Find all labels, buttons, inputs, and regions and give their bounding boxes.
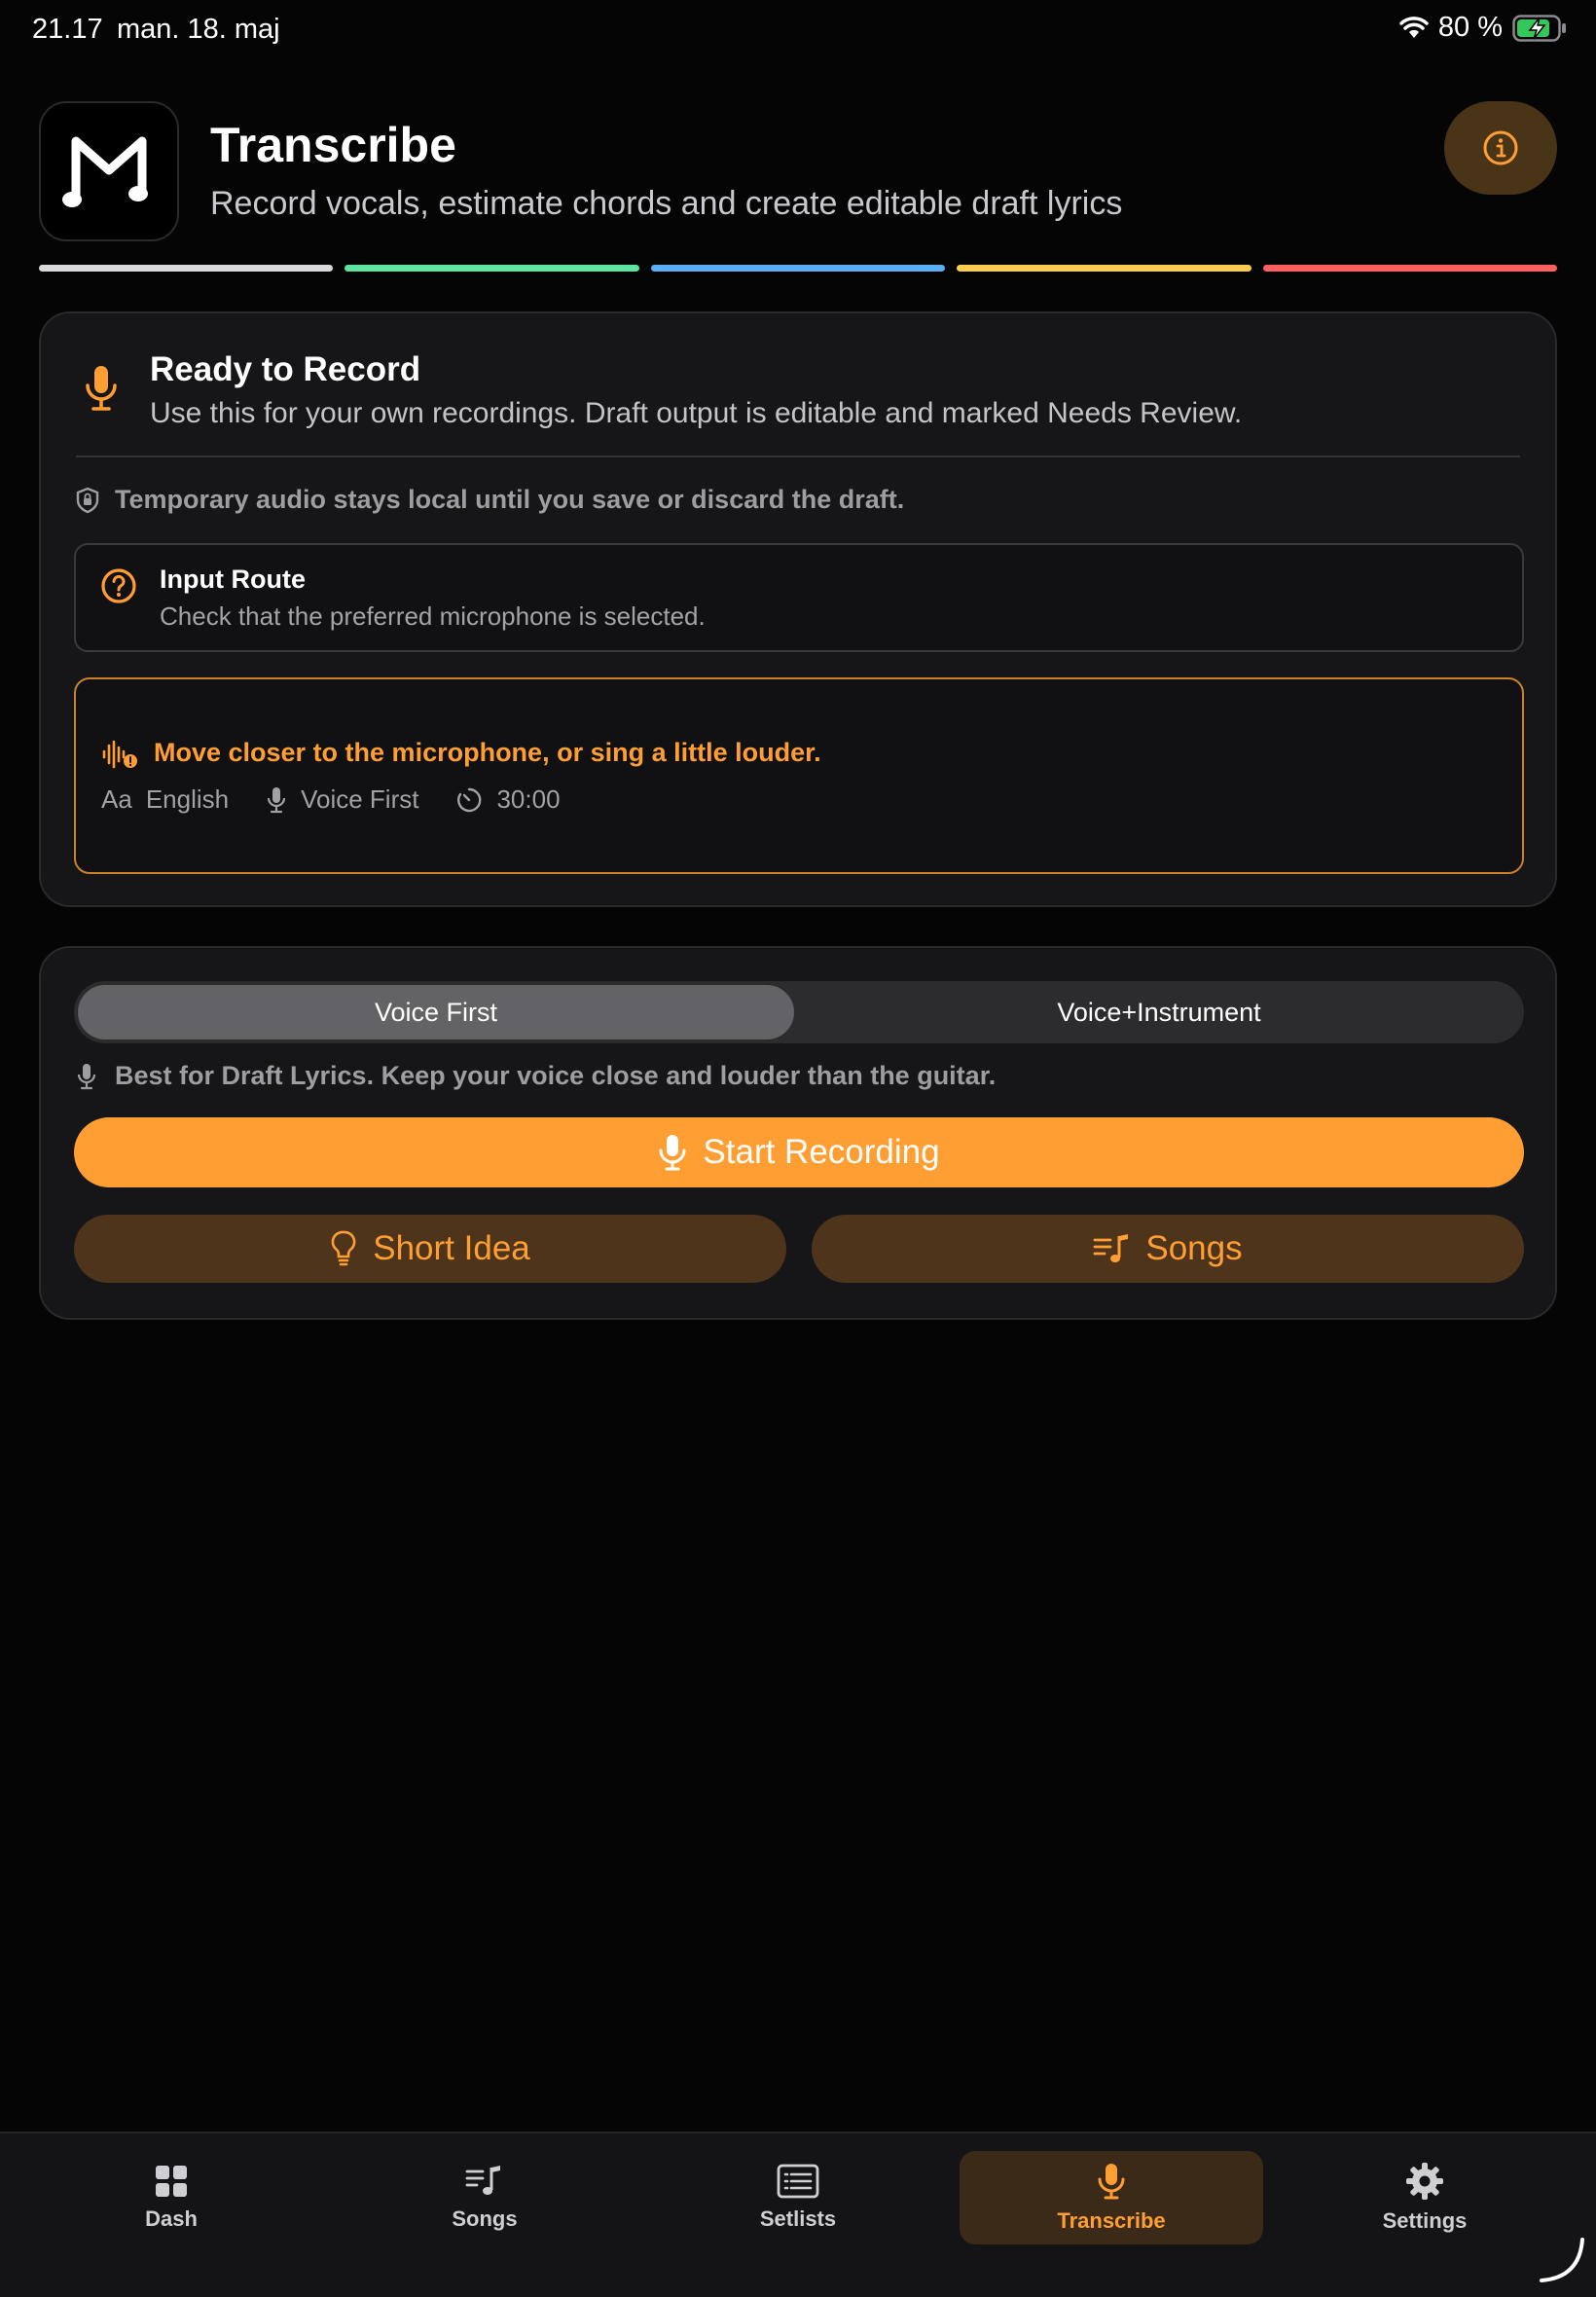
level-warning-box: Move closer to the microphone, or sing a… [74,677,1524,874]
mode-segmented-control: Voice First Voice+Instrument [74,981,1524,1043]
mode-hint: Best for Draft Lyrics. Keep your voice c… [76,1061,996,1091]
language-glyph: Aa [101,784,132,814]
color-bars [39,265,1558,273]
microphone-icon [267,786,286,813]
app-logo [39,101,179,241]
music-list-icon [465,2166,500,2195]
status-date: man. 18. maj [117,14,280,45]
wifi-icon [1399,16,1429,40]
input-route-description: Check that the preferred microphone is s… [160,602,706,631]
songs-button[interactable]: Songs [812,1215,1524,1283]
tab-dash[interactable]: Dash [19,2151,323,2244]
short-idea-button[interactable]: Short Idea [74,1215,786,1283]
hint-text: Best for Draft Lyrics. Keep your voice c… [115,1061,997,1090]
privacy-note: Temporary audio stays local until you sa… [76,485,904,515]
grid-icon [156,2166,187,2197]
tab-label: Songs [452,2206,518,2231]
segment-voice-instrument[interactable]: Voice+Instrument [798,985,1520,1039]
status-time: 21.17 [32,14,103,45]
recording-meta: Aa English Voice First 30:00 [101,784,561,815]
list-box-icon [777,2164,819,2199]
mode-value: Voice First [301,784,419,814]
shield-lock-icon [76,487,99,513]
status-right: 80 % [1399,12,1567,44]
songs-label: Songs [1145,1229,1243,1267]
color-bar-2 [345,265,639,272]
page-subtitle: Record vocals, estimate chords and creat… [210,185,1123,222]
home-indicator [1538,2236,1586,2289]
info-button[interactable] [1444,101,1557,195]
microphone-icon [77,1063,96,1089]
microphone-icon [84,364,119,418]
input-route-title: Input Route [160,565,306,594]
language-value: English [145,784,230,814]
gear-icon [1406,2163,1443,2200]
status-bar: 21.17 man. 18. maj 80 % [0,0,1596,62]
battery-charging-icon [1512,14,1567,42]
music-list-icon [1093,1234,1129,1262]
start-recording-button[interactable]: Start Recording [74,1117,1524,1187]
divider [76,456,1520,457]
waveform-warning-icon [101,738,138,776]
ready-title: Ready to Record [150,350,421,388]
status-card: Ready to Record Use this for your own re… [39,311,1557,907]
tab-setlists[interactable]: Setlists [646,2151,950,2244]
timer-icon [457,787,482,812]
microphone-icon [659,1135,686,1171]
input-route-box[interactable]: Input Route Check that the preferred mic… [74,543,1524,652]
info-icon [1483,130,1518,165]
tab-label: Transcribe [1057,2208,1166,2233]
color-bar-4 [957,265,1251,272]
color-bar-5 [1262,265,1558,272]
privacy-text: Temporary audio stays local until you sa… [115,485,905,514]
warning-text: Move closer to the microphone, or sing a… [154,738,821,767]
short-idea-label: Short Idea [373,1229,530,1267]
tab-songs[interactable]: Songs [333,2151,636,2244]
question-circle-icon [99,566,138,610]
record-card: Voice First Voice+Instrument Best for Dr… [39,946,1557,1320]
microphone-icon [1098,2164,1125,2200]
music-note-m-logo [62,136,148,207]
tab-transcribe[interactable]: Transcribe [960,2151,1263,2244]
lightbulb-icon [331,1230,356,1266]
color-bar-3 [650,265,946,272]
tab-label: Setlists [759,2206,837,2231]
color-bar-1 [39,265,334,272]
tab-label: Dash [145,2206,198,2231]
tab-label: Settings [1382,2208,1468,2233]
tab-bar: Dash Songs Setlists Transcribe Settings [0,2132,1596,2297]
ready-description: Use this for your own recordings. Draft … [150,397,1243,429]
page-title: Transcribe [210,118,456,172]
segment-voice-first[interactable]: Voice First [78,985,794,1039]
transcribe-screen: 21.17 man. 18. maj 80 % Transcribe Recor… [0,0,1596,2297]
duration-value: 30:00 [496,784,561,814]
start-recording-label: Start Recording [703,1133,940,1171]
tab-settings[interactable]: Settings [1273,2151,1577,2244]
battery-percentage: 80 % [1437,12,1503,43]
